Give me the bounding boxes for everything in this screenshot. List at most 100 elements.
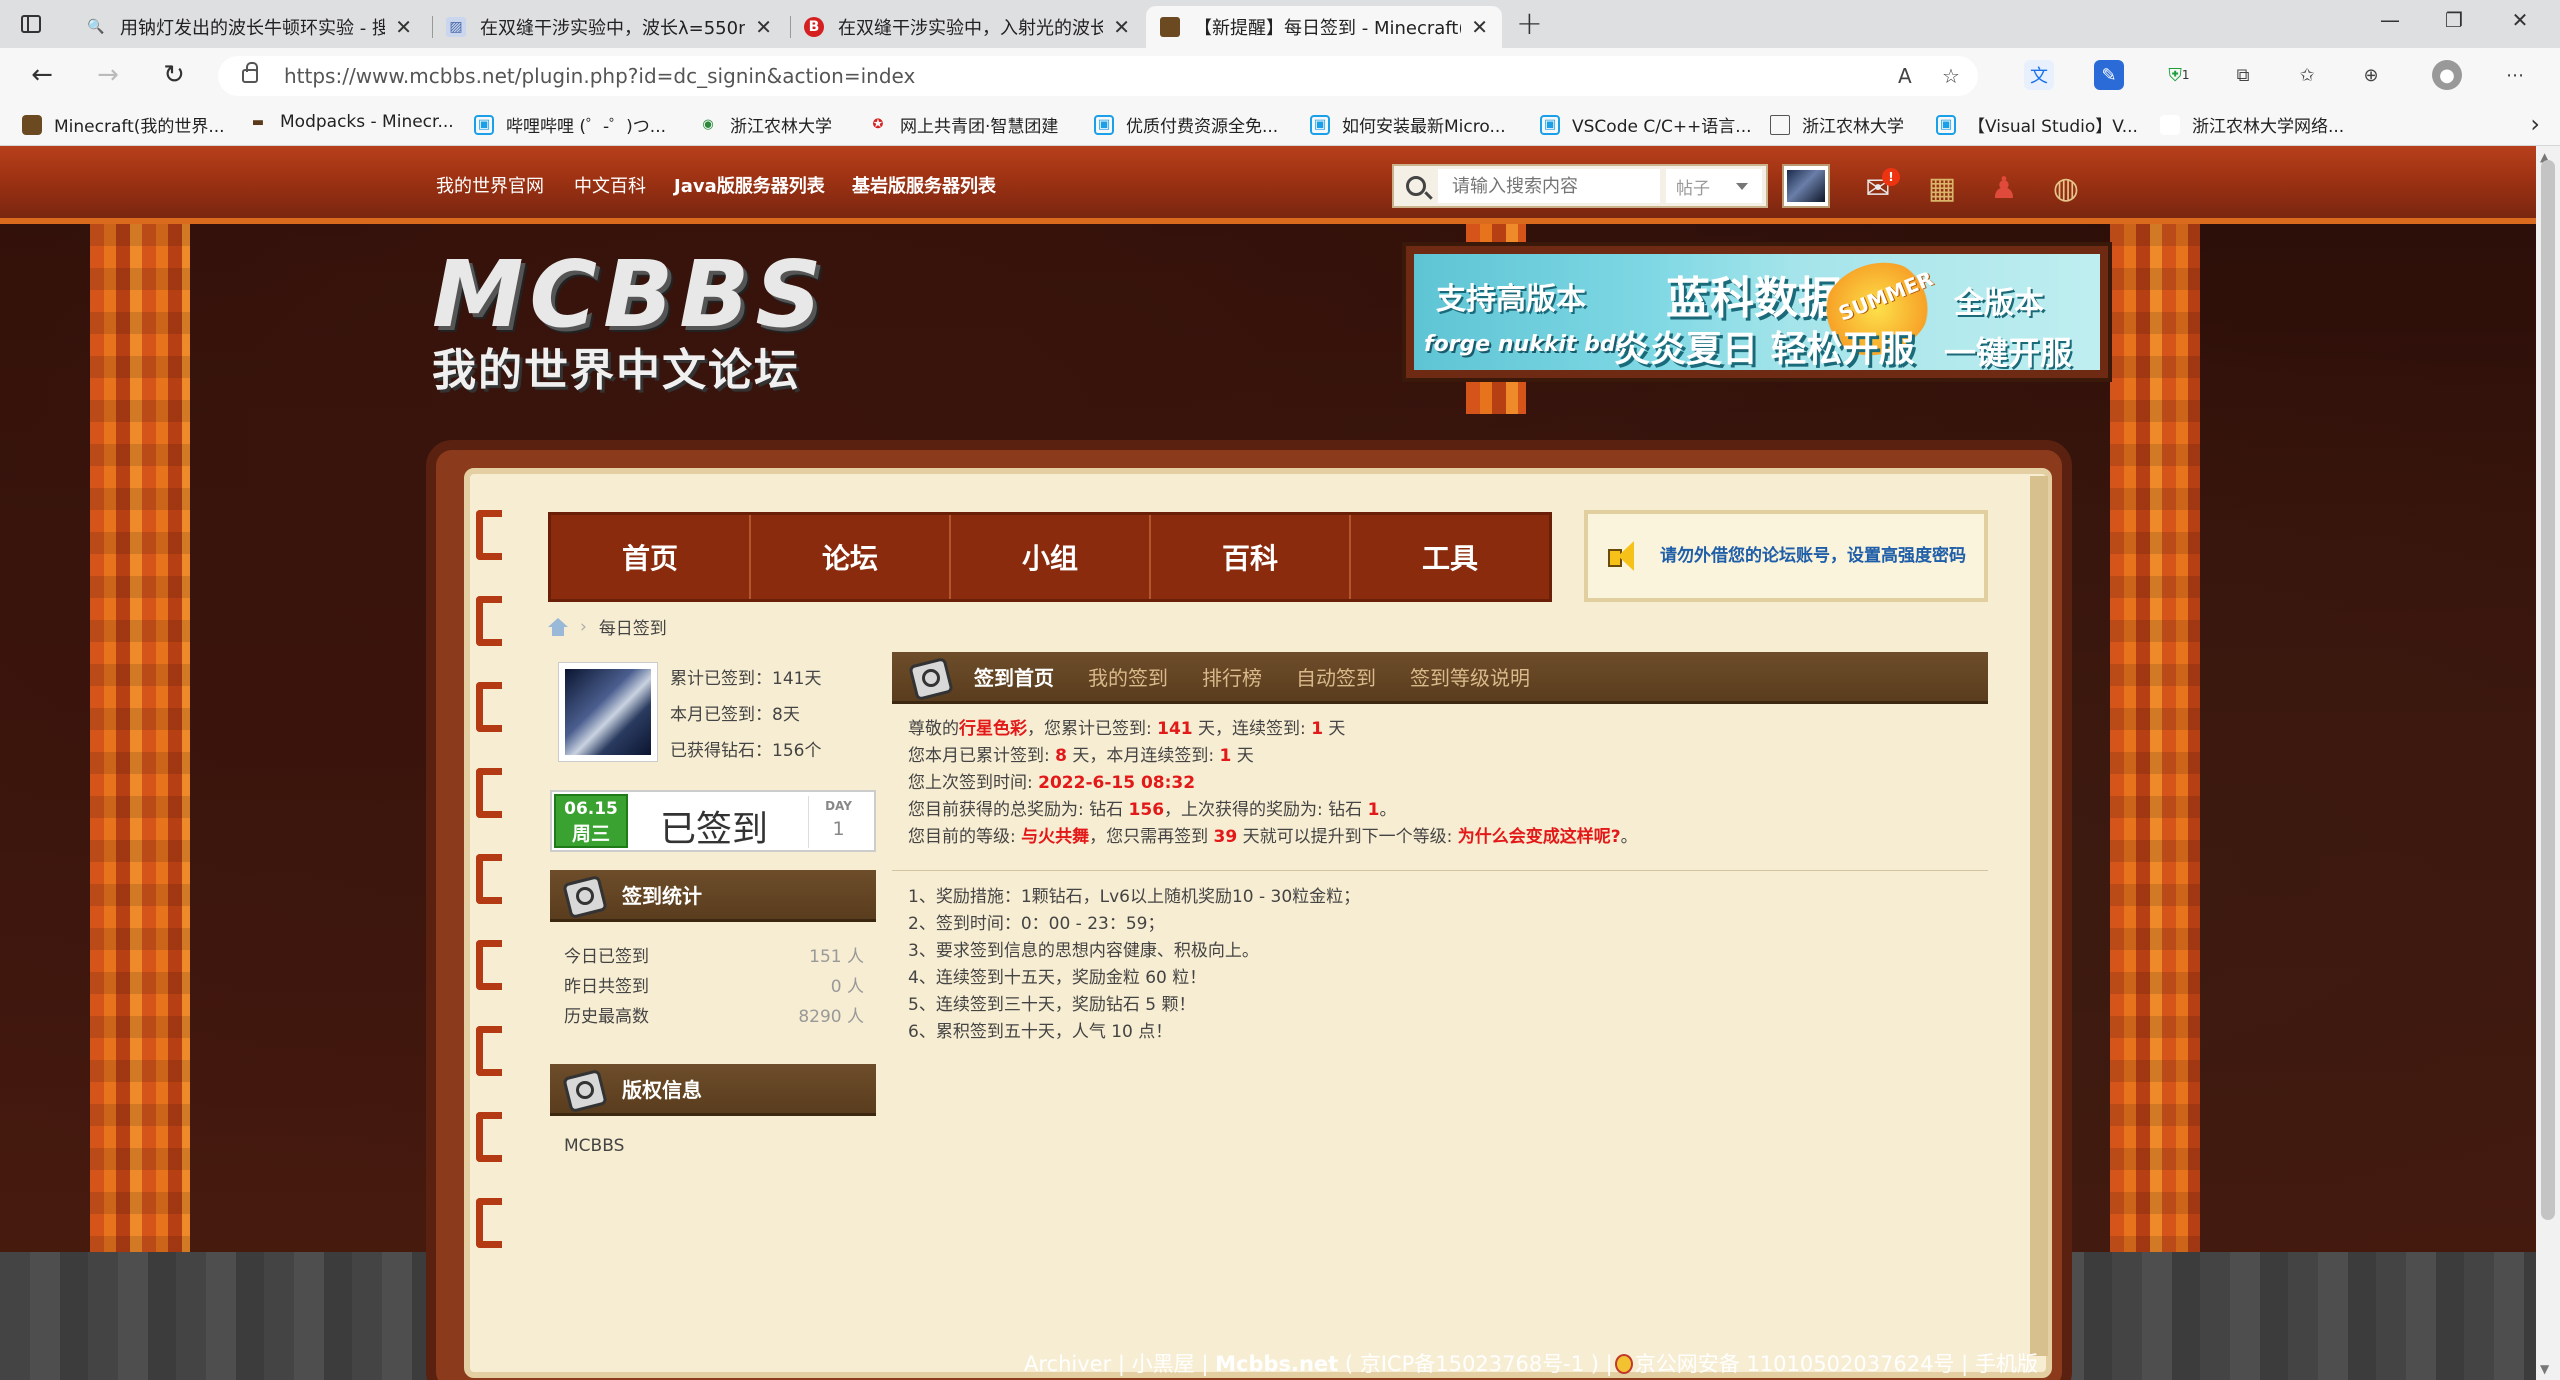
rule-item: 3、要求签到信息的思想内容健康、积极向上。 — [908, 941, 1259, 961]
footer-blackroom[interactable]: 小黑屋 — [1132, 1352, 1195, 1376]
close-icon[interactable]: ✕ — [755, 15, 772, 39]
refresh-icon[interactable]: ↻ — [156, 60, 192, 90]
close-icon[interactable]: ✕ — [1113, 15, 1130, 39]
nav-wiki[interactable]: 百科 — [1151, 515, 1351, 599]
footer-archiver[interactable]: Archiver — [1024, 1352, 1111, 1376]
browser-tab-2[interactable]: ▨ 在双缝干涉实验中，波长λ=550nm ✕ — [432, 6, 786, 48]
search-input[interactable] — [1438, 169, 1660, 203]
chevron-right-icon[interactable]: › — [2530, 110, 2540, 138]
bookmark-item[interactable]: ▬ Modpacks - Minecr... — [248, 112, 454, 132]
back-icon[interactable]: ← — [24, 60, 60, 90]
bookmark-item[interactable]: ▣ VSCode C/C++语言... — [1540, 112, 1752, 137]
footer-site[interactable]: Mcbbs.net — [1215, 1352, 1338, 1376]
signin-status-card[interactable]: 06.15 周三 已签到 DAY 1 — [550, 790, 876, 852]
maximize-icon[interactable]: ❐ — [2434, 8, 2474, 32]
footer-police[interactable]: 京公网安备 11010502037624号 — [1635, 1352, 1955, 1376]
bookmark-item[interactable]: ✪ 网上共青团·智慧团建 — [868, 112, 1059, 137]
ad-text: 全版本 — [1954, 286, 2044, 321]
favorites-icon[interactable]: ✩ — [2292, 60, 2322, 90]
notice-text[interactable]: 请勿外借您的论坛账号，设置高强度密码 — [1660, 544, 1966, 568]
tab-auto-signin[interactable]: 自动签到 — [1296, 662, 1376, 691]
username-link[interactable]: 行星色彩 — [959, 719, 1027, 739]
translate-icon[interactable]: 文 — [2024, 60, 2054, 90]
bookmark-item[interactable]: ▣ 哔哩哔哩 (゜-゜)つ... — [474, 112, 666, 137]
binding-ring — [476, 1112, 502, 1162]
lock-icon[interactable] — [242, 62, 258, 83]
breadcrumb-current[interactable]: 每日签到 — [599, 614, 667, 639]
browser-tab-3[interactable]: B 在双缝干涉实验中，入射光的波长 ✕ — [790, 6, 1144, 48]
shield-icon[interactable]: ⛨ 1 — [2164, 60, 2194, 90]
bookmark-item[interactable]: 浙江农林大学网络... — [2160, 112, 2344, 137]
nav-link-java-servers[interactable]: Java版服务器列表 — [674, 172, 825, 198]
bookmark-item[interactable]: ◉ 浙江农林大学 — [698, 112, 832, 137]
browser-tab-1[interactable]: 🔍 用钠灯发出的波长牛顿环实验 - 搜 ✕ — [72, 6, 426, 48]
search-type-select[interactable]: 帖子 — [1666, 169, 1762, 203]
bookmark-item[interactable]: ▣ 【Visual Studio】V... — [1936, 112, 2138, 137]
extension-icon[interactable]: ✎ — [2094, 60, 2124, 90]
browser-tab-4-active[interactable]: 【新提醒】每日签到 - Minecraft(我 ✕ — [1146, 6, 1502, 48]
tab-signin-home[interactable]: 签到首页 — [974, 662, 1054, 691]
notification-badge: ! — [1882, 168, 1900, 186]
new-tab-button[interactable]: + — [1516, 4, 1543, 42]
nav-home[interactable]: 首页 — [551, 515, 751, 599]
user-avatar-small[interactable] — [1782, 164, 1830, 208]
extensions-puzzle-icon[interactable]: ⧉ — [2228, 60, 2258, 90]
tab-actions-icon[interactable] — [16, 10, 46, 38]
bookmark-item[interactable]: 浙江农林大学 — [1770, 112, 1904, 137]
grass-block-icon — [22, 114, 42, 135]
info-line-1: 尊敬的行星色彩，您累计已签到: 141 天，连续签到: 1 天 — [908, 719, 1346, 739]
footer-icp[interactable]: ( 京ICP备15023768号-1 ) — [1345, 1352, 1599, 1376]
binding-ring — [476, 854, 502, 904]
page-icon — [1770, 114, 1790, 135]
bookmark-item[interactable]: ▣ 优质付费资源全免... — [1094, 112, 1278, 137]
profile-menu-icon[interactable]: ♟ — [1982, 166, 2026, 210]
ad-text: forge nukkit bds — [1424, 332, 1629, 357]
nav-link-official[interactable]: 我的世界官网 — [436, 172, 544, 198]
paper-edge — [2030, 476, 2048, 1356]
scrollbar-thumb[interactable] — [2541, 160, 2555, 1220]
cookie-icon[interactable]: ◍ — [2044, 166, 2088, 210]
close-icon[interactable]: ✕ — [1471, 15, 1488, 39]
tab-ranking[interactable]: 排行榜 — [1202, 662, 1262, 691]
add-favorite-icon[interactable]: ☆ — [1942, 56, 1960, 96]
nav-link-bedrock-servers[interactable]: 基岩版服务器列表 — [852, 172, 996, 198]
tab-title: 用钠灯发出的波长牛顿环实验 - 搜 — [120, 18, 386, 39]
window-close-icon[interactable]: ✕ — [2500, 8, 2540, 32]
minimize-icon[interactable]: — — [2370, 8, 2410, 32]
tab-title: 在双缝干涉实验中，入射光的波长 — [838, 18, 1104, 39]
home-icon[interactable] — [548, 617, 568, 636]
ad-text: 支持高版本 — [1436, 282, 1586, 317]
nav-groups[interactable]: 小组 — [951, 515, 1151, 599]
forward-icon[interactable]: → — [90, 60, 126, 90]
tab-level-info[interactable]: 签到等级说明 — [1410, 662, 1530, 691]
user-avatar[interactable] — [558, 662, 658, 762]
bookmark-label: Modpacks - Minecr... — [280, 112, 454, 132]
crafting-table-icon[interactable]: ▦ — [1920, 166, 1964, 210]
read-aloud-icon[interactable]: A — [1898, 56, 1912, 96]
signin-weekday: 周三 — [571, 823, 610, 845]
more-menu-icon[interactable]: ⋯ — [2500, 60, 2530, 90]
footer-mobile[interactable]: 手机版 — [1975, 1352, 2038, 1376]
bookmark-label: 优质付费资源全免... — [1126, 117, 1279, 137]
url-text[interactable]: https://www.mcbbs.net/plugin.php?id=dc_s… — [284, 64, 915, 88]
university-icon: ◉ — [702, 117, 714, 132]
next-level-link[interactable]: 为什么会变成这样呢? — [1458, 827, 1621, 847]
nav-tools[interactable]: 工具 — [1351, 515, 1549, 599]
bookmark-item[interactable]: ▣ 如何安装最新Micro... — [1310, 112, 1506, 137]
tab-title: 【新提醒】每日签到 - Minecraft(我 — [1194, 18, 1462, 39]
close-icon[interactable]: ✕ — [395, 15, 412, 39]
nav-link-wiki[interactable]: 中文百科 — [574, 172, 646, 198]
mcbbs-logo[interactable]: MCBBS 我的世界中文论坛 — [432, 249, 832, 397]
tab-my-signin[interactable]: 我的签到 — [1088, 662, 1168, 691]
search-icon[interactable] — [1394, 166, 1438, 206]
main-nav: 首页 论坛 小组 百科 工具 — [548, 512, 1552, 602]
url-field[interactable]: https://www.mcbbs.net/plugin.php?id=dc_s… — [218, 56, 1978, 96]
bookmark-item[interactable]: Minecraft(我的世界... — [22, 112, 225, 137]
collections-icon[interactable]: ⊕ — [2356, 60, 2386, 90]
grass-block-icon — [1160, 17, 1180, 37]
profile-avatar-icon[interactable]: ● — [2432, 60, 2462, 90]
ad-banner[interactable]: 支持高版本 蓝科数据 SUMMER forge nukkit bds 炎炎夏日 … — [1402, 242, 2112, 382]
info-line-3: 您上次签到时间: 2022-6-15 08:32 — [908, 773, 1196, 793]
scroll-down-icon[interactable]: ▼ — [2540, 1362, 2549, 1376]
nav-forum[interactable]: 论坛 — [751, 515, 951, 599]
